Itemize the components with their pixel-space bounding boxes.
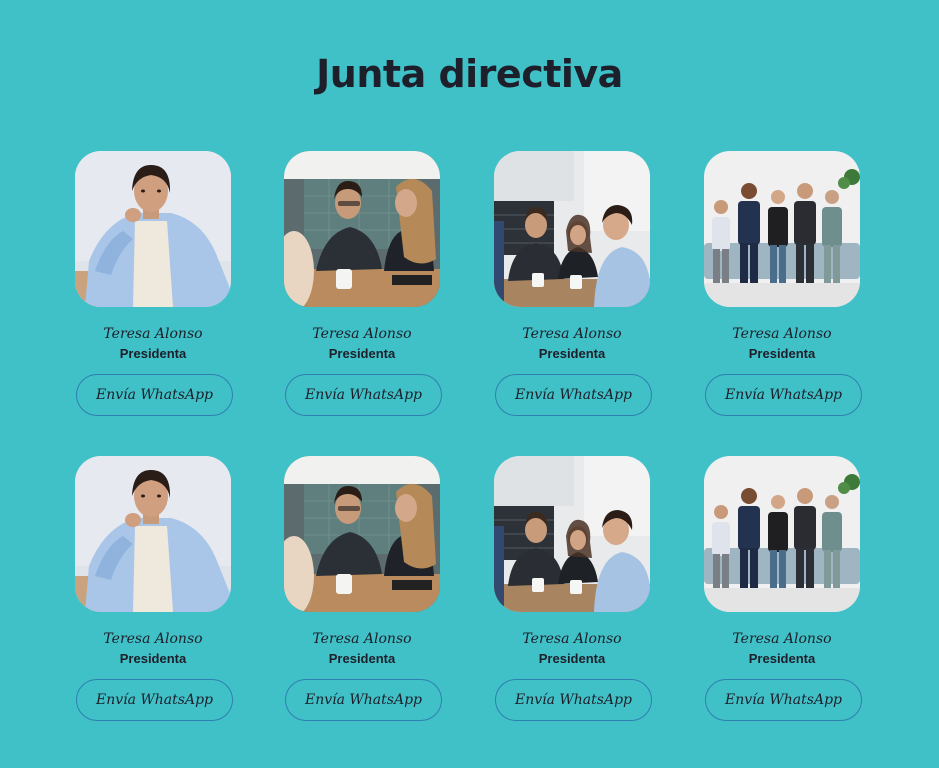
send-whatsapp-button[interactable]: Envía WhatsApp: [76, 679, 233, 721]
member-name: Teresa Alonso: [732, 326, 832, 342]
send-whatsapp-button[interactable]: Envía WhatsApp: [705, 679, 862, 721]
member-role: Presidenta: [119, 651, 187, 666]
member-name: Teresa Alonso: [312, 631, 412, 647]
group-standing-photo: [704, 151, 860, 307]
send-whatsapp-button[interactable]: Envía WhatsApp: [76, 374, 233, 416]
office-team-photo: [494, 151, 650, 307]
member-name: Teresa Alonso: [103, 631, 203, 647]
member-photo: [494, 151, 650, 307]
group-standing-photo: [704, 456, 860, 612]
member-card: Teresa Alonso Presidenta Envía WhatsApp: [704, 151, 862, 421]
member-photo: [75, 456, 231, 612]
member-photo: [284, 151, 440, 307]
member-name: Teresa Alonso: [522, 631, 622, 647]
member-name: Teresa Alonso: [103, 326, 203, 342]
member-role: Presidenta: [328, 346, 396, 361]
send-whatsapp-button[interactable]: Envía WhatsApp: [495, 374, 652, 416]
woman-portrait-photo: [75, 151, 231, 307]
member-card: Teresa Alonso Presidenta Envía WhatsApp: [704, 456, 862, 726]
member-role: Presidenta: [538, 346, 606, 361]
member-card: Teresa Alonso Presidenta Envía WhatsApp: [284, 151, 442, 421]
member-photo: [704, 456, 860, 612]
member-name: Teresa Alonso: [522, 326, 622, 342]
send-whatsapp-button[interactable]: Envía WhatsApp: [285, 679, 442, 721]
send-whatsapp-button[interactable]: Envía WhatsApp: [285, 374, 442, 416]
member-card: Teresa Alonso Presidenta Envía WhatsApp: [75, 151, 233, 421]
member-name: Teresa Alonso: [312, 326, 412, 342]
member-role: Presidenta: [748, 346, 816, 361]
member-photo: [284, 456, 440, 612]
member-card: Teresa Alonso Presidenta Envía WhatsApp: [494, 151, 652, 421]
member-photo: [494, 456, 650, 612]
woman-portrait-photo: [75, 456, 231, 612]
send-whatsapp-button[interactable]: Envía WhatsApp: [705, 374, 862, 416]
send-whatsapp-button[interactable]: Envía WhatsApp: [495, 679, 652, 721]
member-role: Presidenta: [748, 651, 816, 666]
member-card: Teresa Alonso Presidenta Envía WhatsApp: [284, 456, 442, 726]
member-photo: [75, 151, 231, 307]
member-role: Presidenta: [119, 346, 187, 361]
member-role: Presidenta: [538, 651, 606, 666]
meeting-table-photo: [284, 151, 440, 307]
meeting-table-photo: [284, 456, 440, 612]
member-card: Teresa Alonso Presidenta Envía WhatsApp: [75, 456, 233, 726]
office-team-photo: [494, 456, 650, 612]
board-members-grid: Teresa Alonso Presidenta Envía WhatsApp …: [0, 0, 939, 768]
member-name: Teresa Alonso: [732, 631, 832, 647]
member-card: Teresa Alonso Presidenta Envía WhatsApp: [494, 456, 652, 726]
member-photo: [704, 151, 860, 307]
member-role: Presidenta: [328, 651, 396, 666]
